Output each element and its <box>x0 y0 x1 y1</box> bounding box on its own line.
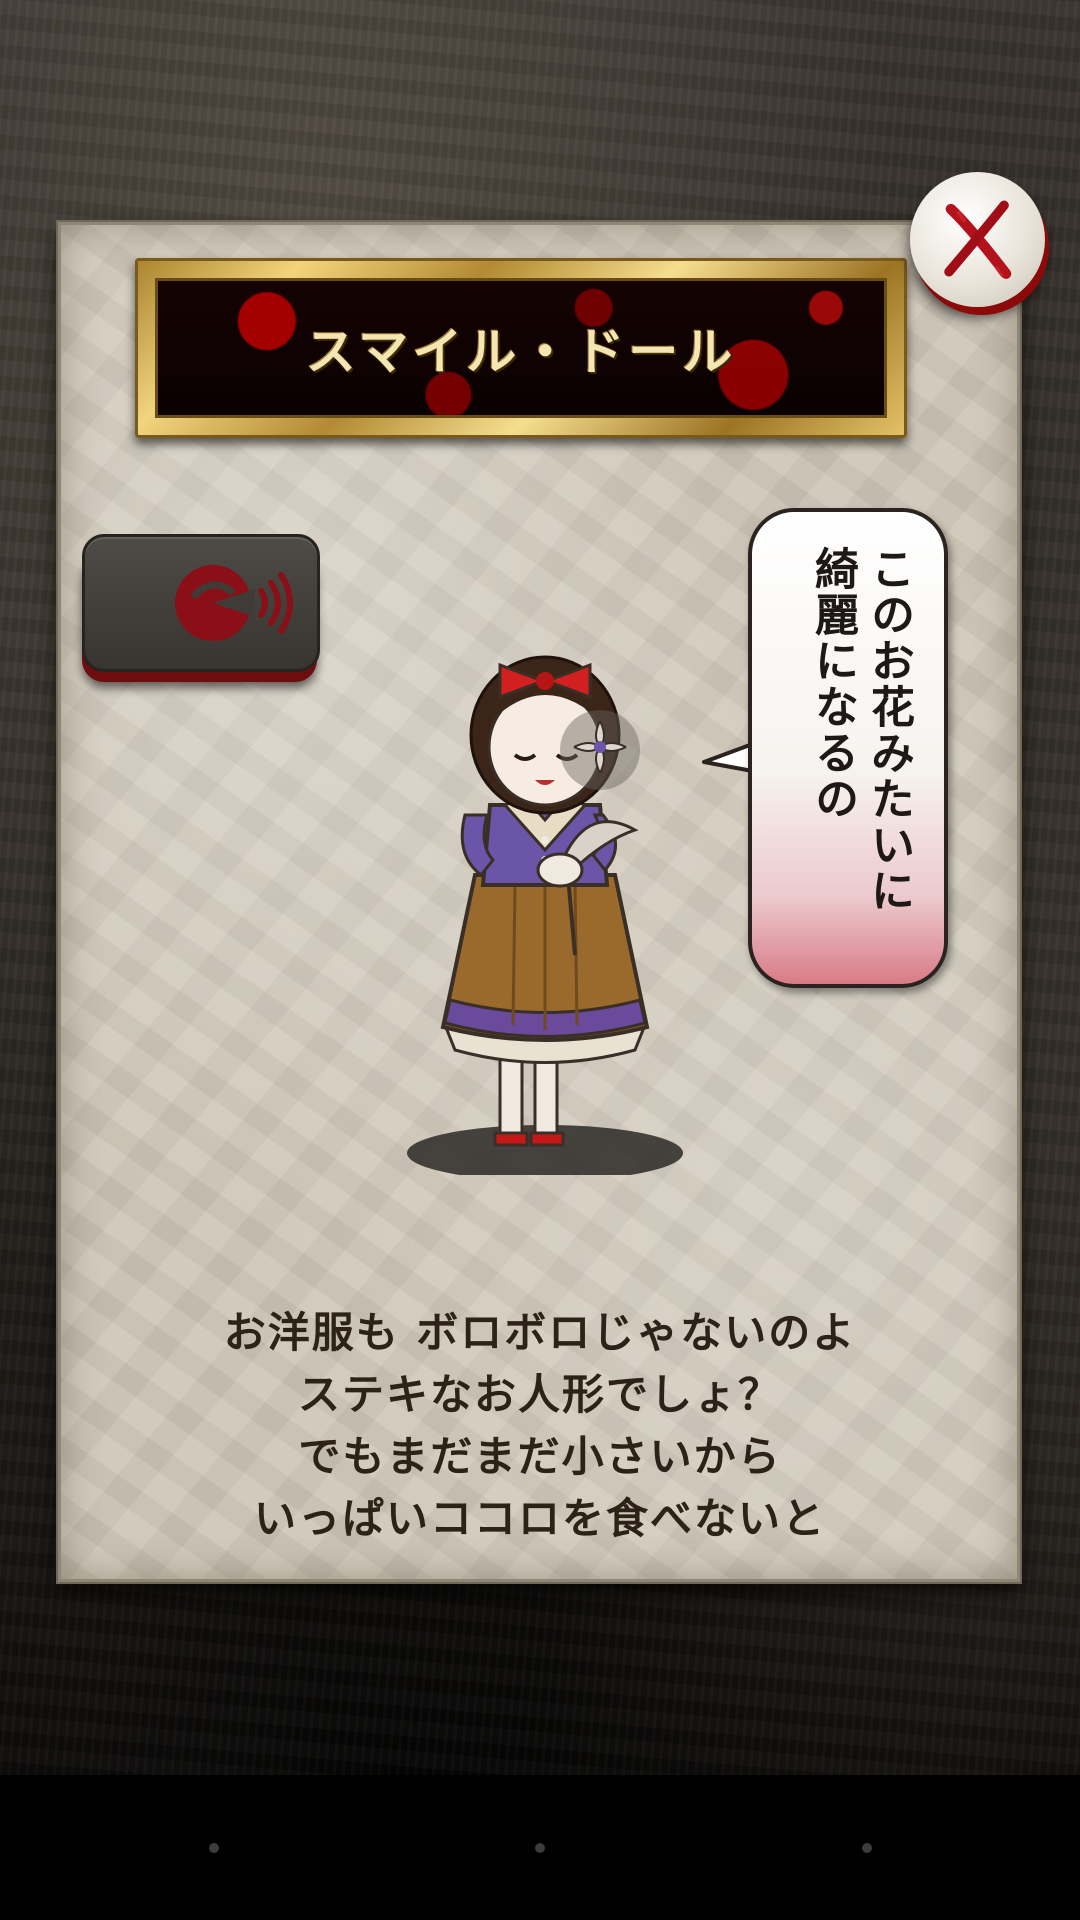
x-mark-icon <box>944 200 1012 279</box>
nav-dot-center[interactable] <box>535 1843 545 1853</box>
speech-text: このお花みたいに 綺麗になるの <box>752 512 944 984</box>
speaking-head-icon <box>175 565 293 641</box>
speech-bubble: このお花みたいに 綺麗になるの <box>748 508 948 988</box>
story-line: お洋服も ボロボロじゃないのよ <box>223 1308 857 1357</box>
story-text: お洋服も ボロボロじゃないのよ ステキなお人形でしょ？ でもまだまだ小さいから … <box>150 1302 930 1550</box>
nav-dot-left[interactable] <box>209 1843 219 1853</box>
doll-character-illustration <box>407 655 683 1175</box>
nav-dot-right[interactable] <box>862 1843 872 1853</box>
voice-play-button[interactable] <box>82 534 320 682</box>
story-line: でもまだまだ小さいから <box>298 1432 782 1481</box>
speech-line: 綺麗になるの <box>807 546 858 822</box>
title-frame: スマイル・ドール <box>135 258 907 438</box>
story-line: いっぱいココロを食べないと <box>253 1494 826 1543</box>
story-line: ステキなお人形でしょ？ <box>297 1370 782 1419</box>
speech-line: このお花みたいに <box>863 546 914 914</box>
character-name: スマイル・ドール <box>305 323 737 381</box>
close-button[interactable] <box>910 172 1045 307</box>
voice-button-face <box>82 534 320 672</box>
title-plate: スマイル・ドール <box>155 278 887 418</box>
